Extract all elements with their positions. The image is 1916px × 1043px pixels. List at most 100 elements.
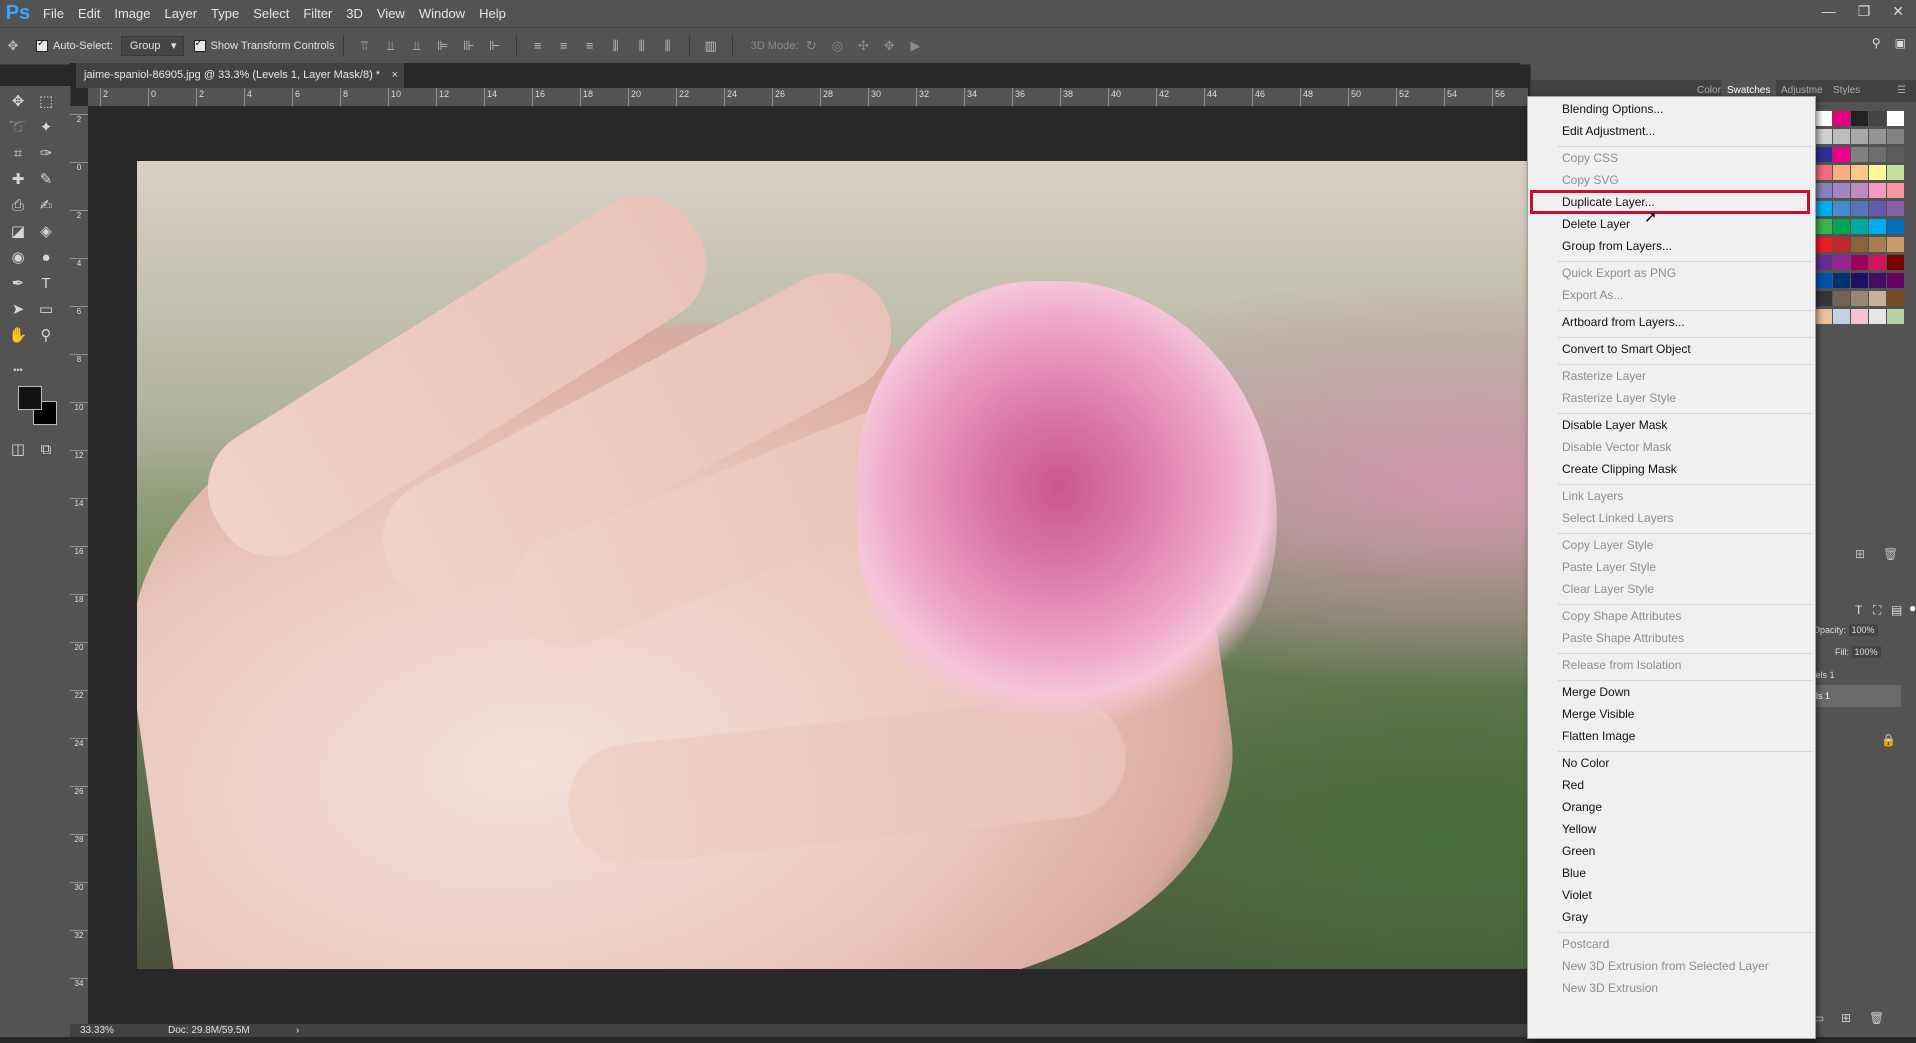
panel-menu-icon[interactable]: ☰ bbox=[1891, 80, 1912, 102]
menu-edit[interactable]: Edit bbox=[71, 6, 107, 21]
crop-tool-icon[interactable]: ⌗ bbox=[6, 142, 30, 166]
auto-select-dropdown[interactable]: Group bbox=[120, 36, 184, 56]
vertical-ruler[interactable]: 2 0 2 4 6 8 10 12 14 16 18 20 22 24 26 28 30 32 34 bbox=[70, 106, 89, 1024]
quick-mask-icon[interactable]: ◫ bbox=[6, 438, 30, 462]
distribute-left-icon[interactable]: ⫼ bbox=[607, 37, 625, 55]
document-tab[interactable]: jaime-spaniol-86905.jpg @ 33.3% (Levels … bbox=[76, 63, 405, 88]
align-right-icon[interactable]: ⊩ bbox=[486, 37, 504, 55]
menu-3d[interactable]: 3D bbox=[339, 6, 370, 21]
align-vertical-center-icon[interactable]: ⫫ bbox=[382, 37, 400, 55]
filter-shape-icon[interactable]: ⛶ bbox=[1873, 603, 1881, 618]
color-swatch[interactable] bbox=[1833, 165, 1850, 180]
color-swatch[interactable] bbox=[1815, 201, 1832, 216]
status-menu-arrow[interactable]: › bbox=[296, 1024, 299, 1037]
menu-item-artboard-from-layers[interactable]: Artboard from Layers... bbox=[1562, 313, 1685, 332]
color-swatch[interactable] bbox=[1833, 219, 1850, 234]
workspace-icon[interactable]: ▣ bbox=[1895, 36, 1906, 50]
color-swatch[interactable] bbox=[1833, 309, 1850, 324]
menu-item-no-color[interactable]: No Color bbox=[1562, 754, 1609, 773]
color-swatch[interactable] bbox=[1851, 165, 1868, 180]
type-tool-icon[interactable]: T bbox=[34, 272, 58, 296]
menu-item-merge-visible[interactable]: Merge Visible bbox=[1562, 705, 1634, 724]
menu-filter[interactable]: Filter bbox=[296, 6, 339, 21]
color-swatch[interactable] bbox=[1887, 219, 1904, 234]
color-swatch[interactable] bbox=[1869, 183, 1886, 198]
color-swatch[interactable] bbox=[1815, 219, 1832, 234]
color-swatch[interactable] bbox=[1869, 201, 1886, 216]
3d-scale-icon[interactable]: ▶ bbox=[906, 37, 924, 55]
show-transform-controls-checkbox[interactable]: Show Transform Controls bbox=[193, 38, 335, 52]
checkbox-icon[interactable] bbox=[193, 38, 206, 52]
color-swatch[interactable] bbox=[1887, 183, 1904, 198]
path-selection-tool-icon[interactable]: ➤ bbox=[6, 298, 30, 322]
color-swatch[interactable] bbox=[1869, 147, 1886, 162]
color-swatch[interactable] bbox=[1833, 147, 1850, 162]
color-swatch[interactable] bbox=[1815, 291, 1832, 306]
color-swatch[interactable] bbox=[1851, 219, 1868, 234]
color-swatch[interactable] bbox=[1869, 255, 1886, 270]
menu-select[interactable]: Select bbox=[246, 6, 296, 21]
menu-item-merge-down[interactable]: Merge Down bbox=[1562, 683, 1630, 702]
opacity-value[interactable]: 100% bbox=[1848, 624, 1878, 636]
color-swatch[interactable] bbox=[1869, 237, 1886, 252]
brush-tool-icon[interactable]: ✎ bbox=[34, 168, 58, 192]
eyedropper-tool-icon[interactable]: ✑ bbox=[34, 142, 58, 166]
move-tool-icon[interactable]: ✥ bbox=[6, 90, 30, 114]
color-swatch[interactable] bbox=[1887, 237, 1904, 252]
filter-type-icon[interactable]: T bbox=[1855, 603, 1862, 617]
align-horizontal-center-icon[interactable]: ⊪ bbox=[460, 37, 478, 55]
close-tab-icon[interactable]: × bbox=[392, 63, 398, 88]
menu-item-duplicate-layer[interactable]: Duplicate Layer... bbox=[1562, 193, 1655, 212]
color-swatch[interactable] bbox=[1851, 273, 1868, 288]
3d-slide-icon[interactable]: ✥ bbox=[880, 37, 898, 55]
layer-row-selected[interactable]: els 1 bbox=[1811, 685, 1901, 707]
color-swatch[interactable] bbox=[1815, 273, 1832, 288]
new-layer-icon[interactable]: ⊞ bbox=[1841, 1011, 1851, 1025]
menu-item-convert-to-smart-object[interactable]: Convert to Smart Object bbox=[1562, 340, 1691, 359]
color-swatch[interactable] bbox=[1833, 129, 1850, 144]
color-swatch[interactable] bbox=[1851, 255, 1868, 270]
color-swatch[interactable] bbox=[1887, 309, 1904, 324]
menu-item-violet[interactable]: Violet bbox=[1562, 886, 1592, 905]
search-icon[interactable]: ⚲ bbox=[1872, 36, 1881, 50]
menu-item-disable-layer-mask[interactable]: Disable Layer Mask bbox=[1562, 416, 1667, 435]
align-left-icon[interactable]: ⊫ bbox=[434, 37, 452, 55]
color-swatch[interactable] bbox=[1833, 237, 1850, 252]
lock-icon[interactable]: 🔒 bbox=[1881, 733, 1896, 747]
color-swatch[interactable] bbox=[1887, 111, 1904, 126]
canvas-area[interactable] bbox=[88, 106, 1528, 1024]
document-photo[interactable] bbox=[137, 161, 1528, 969]
menu-layer[interactable]: Layer bbox=[158, 6, 205, 21]
color-swatch[interactable] bbox=[1815, 111, 1832, 126]
foreground-color-swatch[interactable] bbox=[18, 386, 42, 410]
hand-tool-icon[interactable]: ✋ bbox=[6, 324, 30, 348]
history-brush-tool-icon[interactable]: ✍ bbox=[34, 194, 58, 218]
color-swatch[interactable] bbox=[1869, 273, 1886, 288]
menu-type[interactable]: Type bbox=[204, 6, 246, 21]
more-tools-icon[interactable]: ••• bbox=[6, 358, 30, 382]
menu-item-green[interactable]: Green bbox=[1562, 842, 1595, 861]
menu-item-edit-adjustment[interactable]: Edit Adjustment... bbox=[1562, 122, 1655, 141]
magic-wand-tool-icon[interactable]: ✦ bbox=[34, 116, 58, 140]
menu-item-red[interactable]: Red bbox=[1562, 776, 1584, 795]
eraser-tool-icon[interactable]: ◪ bbox=[6, 220, 30, 244]
color-swatch[interactable] bbox=[1851, 201, 1868, 216]
color-swatch[interactable] bbox=[1887, 201, 1904, 216]
distribute-center-icon[interactable]: ≡ bbox=[555, 37, 573, 55]
color-swatch[interactable] bbox=[1815, 183, 1832, 198]
paint-bucket-tool-icon[interactable]: ◈ bbox=[34, 220, 58, 244]
color-swatch[interactable] bbox=[1851, 291, 1868, 306]
color-swatch[interactable] bbox=[1869, 129, 1886, 144]
color-swatch[interactable] bbox=[1887, 129, 1904, 144]
filter-smart-icon[interactable]: ▤ bbox=[1891, 603, 1902, 617]
menu-item-orange[interactable]: Orange bbox=[1562, 798, 1602, 817]
menu-window[interactable]: Window bbox=[412, 6, 472, 21]
color-swatch[interactable] bbox=[1869, 309, 1886, 324]
color-swatch[interactable] bbox=[1851, 183, 1868, 198]
checkbox-icon[interactable] bbox=[36, 38, 48, 52]
zoom-tool-icon[interactable]: ⚲ bbox=[34, 324, 58, 348]
align-bottom-icon[interactable]: ⫫ bbox=[408, 37, 426, 55]
menu-item-flatten-image[interactable]: Flatten Image bbox=[1562, 727, 1635, 746]
color-swatch[interactable] bbox=[1833, 291, 1850, 306]
color-swatch[interactable] bbox=[1869, 291, 1886, 306]
